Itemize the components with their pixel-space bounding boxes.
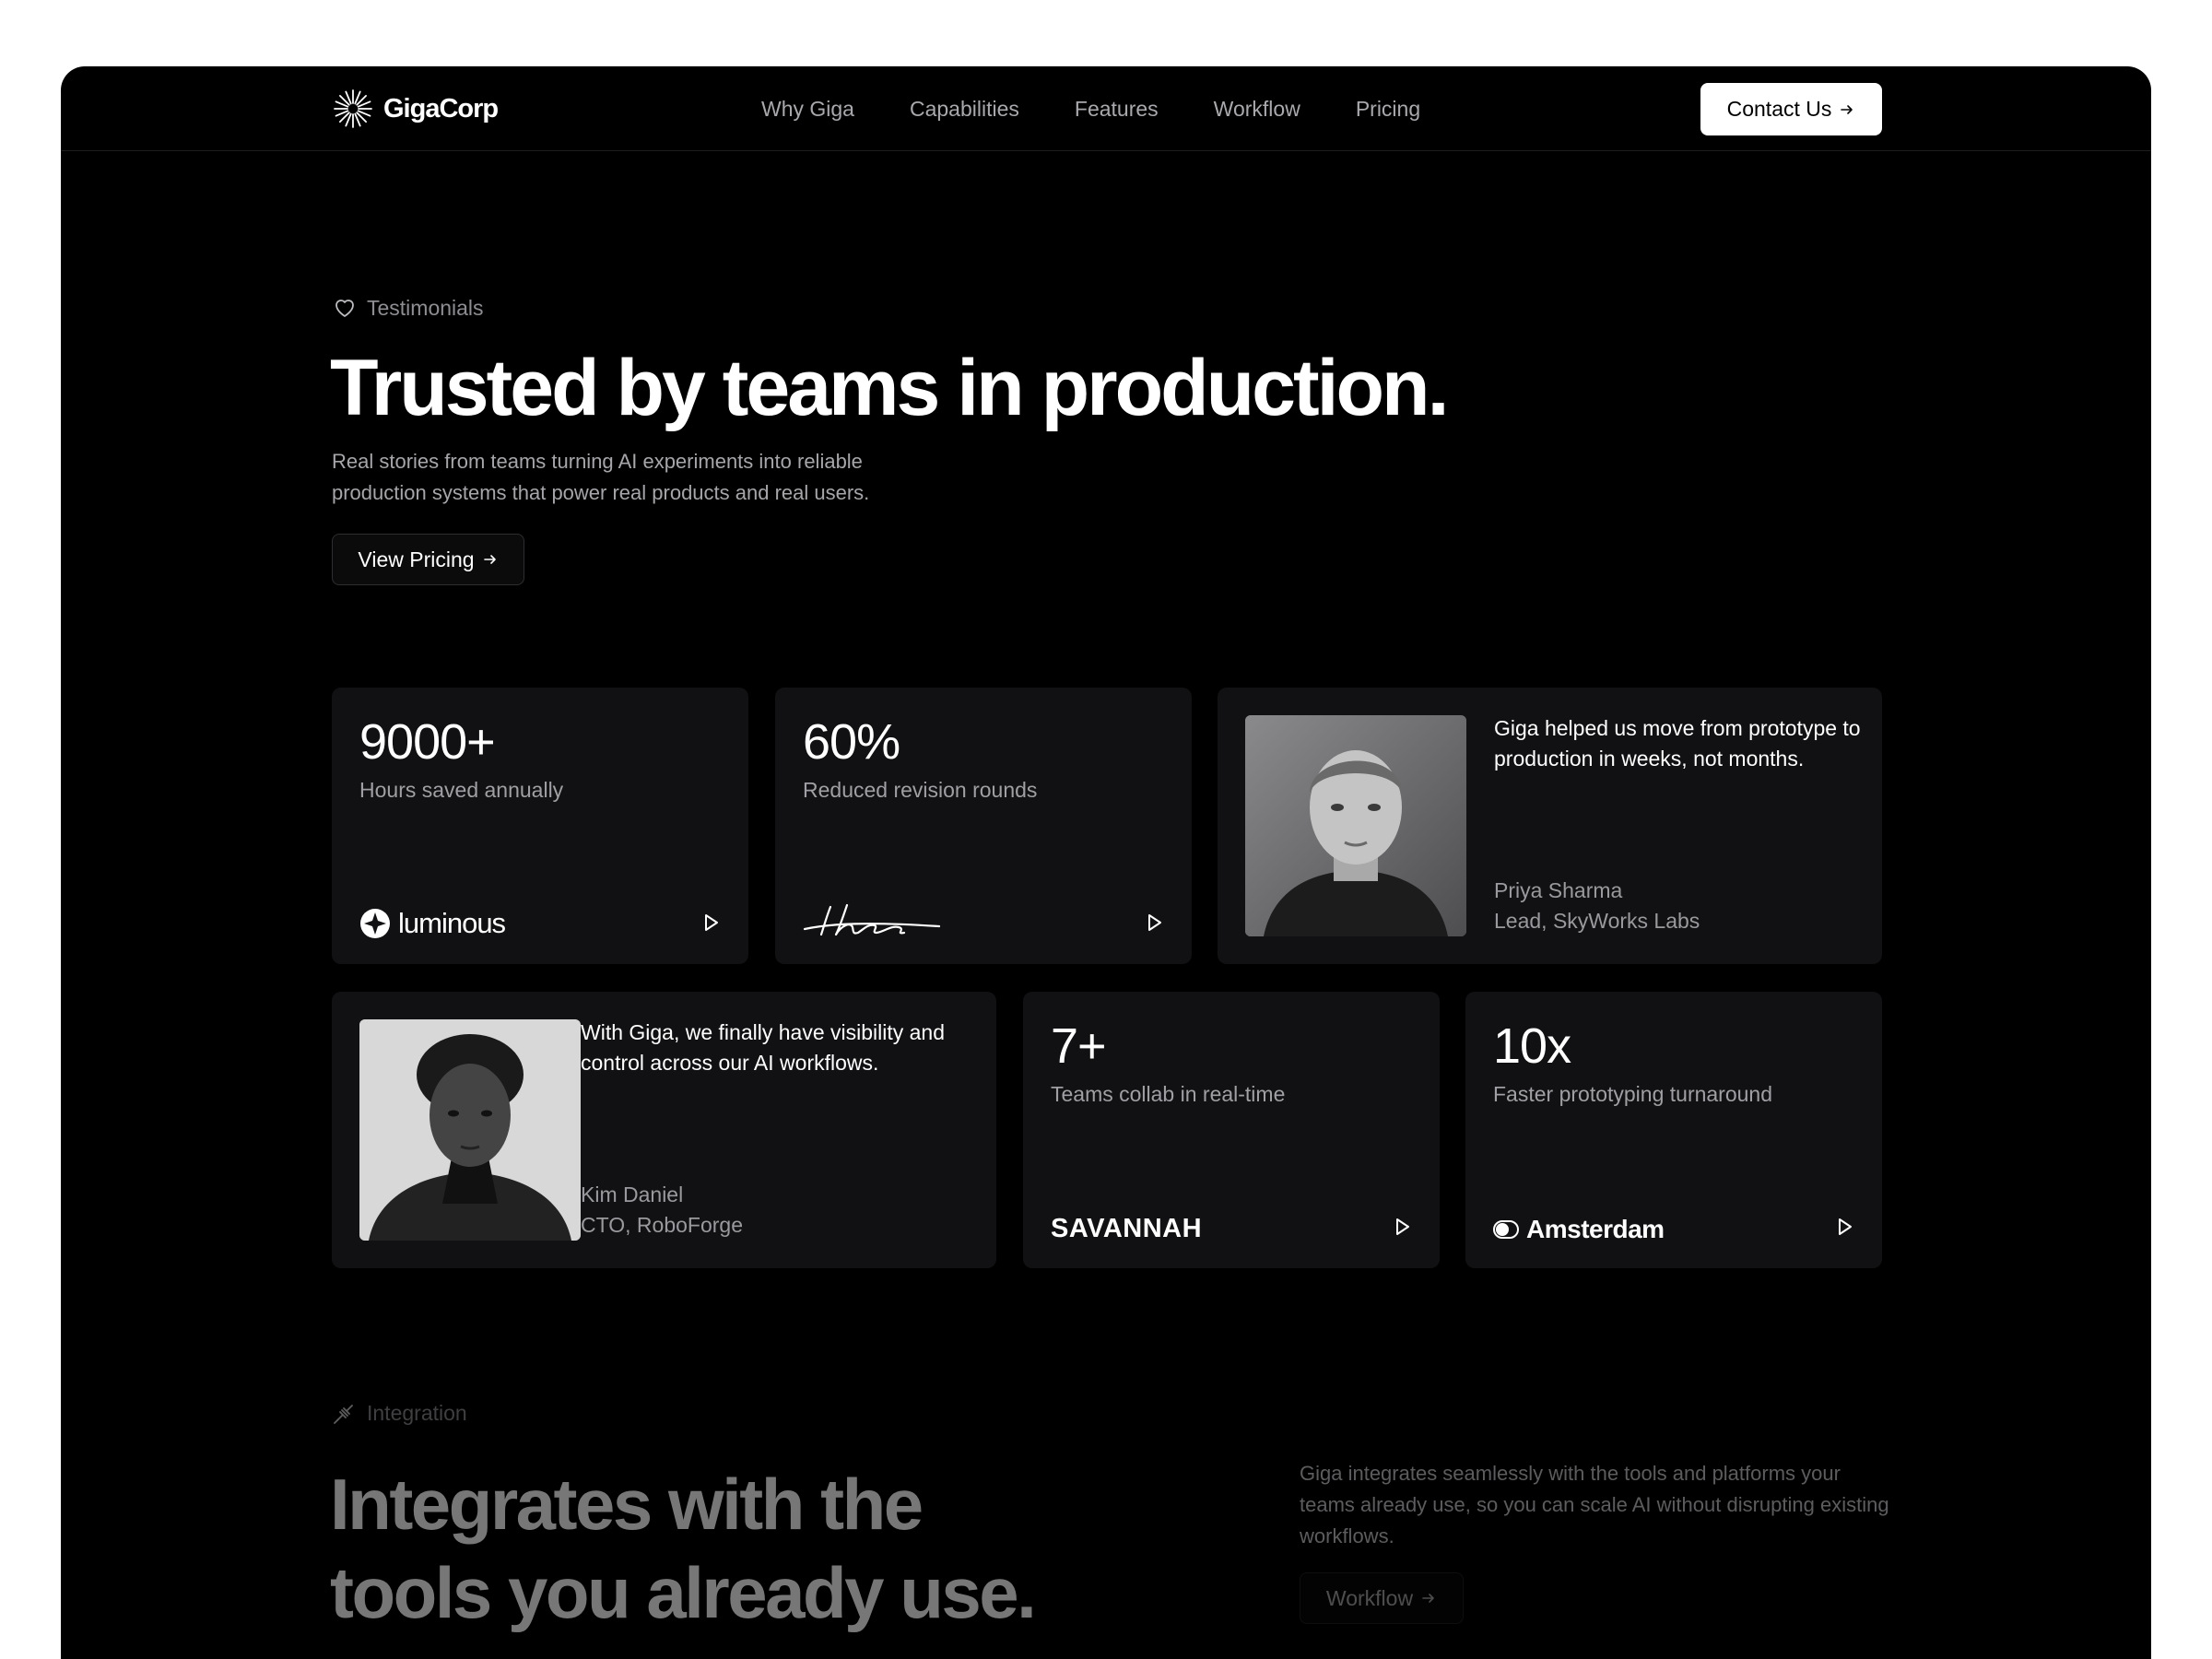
testimonial-person: Priya Sharma Lead, SkyWorks Labs bbox=[1494, 876, 1700, 936]
stat-label: Faster prototyping turnaround bbox=[1493, 1082, 1773, 1106]
brand-luminous: luminous bbox=[359, 907, 506, 940]
amsterdam-logo-icon bbox=[1493, 1220, 1519, 1239]
testimonial-card-priya[interactable]: Giga helped us move from prototype to pr… bbox=[1218, 688, 1882, 964]
heart-icon bbox=[335, 300, 354, 317]
testimonial-quote: Giga helped us move from prototype to pr… bbox=[1494, 716, 1861, 771]
person-role: CTO, RoboForge bbox=[581, 1213, 743, 1237]
main-nav: Why Giga Capabilities Features Workflow … bbox=[761, 92, 1420, 125]
integration-eyebrow-label: Integration bbox=[367, 1400, 467, 1425]
play-icon[interactable] bbox=[700, 912, 721, 933]
stat-value: 7+ bbox=[1051, 1018, 1107, 1074]
avatar-priya bbox=[1245, 715, 1466, 936]
testimonials-eyebrow-label: Testimonials bbox=[367, 295, 484, 320]
person-role: Lead, SkyWorks Labs bbox=[1494, 909, 1700, 933]
stat-value: 10x bbox=[1493, 1018, 1571, 1074]
contact-us-button[interactable]: Contact Us bbox=[1700, 83, 1882, 135]
page-title: Trusted by teams in production. bbox=[330, 344, 1449, 432]
workflow-button[interactable]: Workflow bbox=[1300, 1572, 1464, 1624]
stat-value: 9000+ bbox=[359, 714, 496, 770]
stat-label: Hours saved annually bbox=[359, 778, 564, 802]
nav-why-giga[interactable]: Why Giga bbox=[761, 92, 854, 125]
brand-savannah: SAVANNAH bbox=[1051, 1214, 1202, 1244]
arrow-right-icon bbox=[1841, 104, 1853, 114]
play-icon[interactable] bbox=[1144, 912, 1164, 933]
integration-title: Integrates with the tools you already us… bbox=[330, 1460, 1037, 1637]
stat-label: Teams collab in real-time bbox=[1051, 1082, 1286, 1106]
brand-amsterdam: Amsterdam bbox=[1493, 1215, 1665, 1244]
theo-signature-icon bbox=[803, 903, 941, 936]
stat-card-revisions[interactable]: 60% Reduced revision rounds theo bbox=[775, 688, 1192, 964]
stat-value: 60% bbox=[803, 714, 900, 770]
brand-name: GigaCorp bbox=[383, 93, 499, 124]
portrait-image bbox=[359, 1019, 581, 1241]
person-name: Priya Sharma bbox=[1494, 878, 1623, 902]
stat-card-hours[interactable]: 9000+ Hours saved annually luminous bbox=[332, 688, 748, 964]
brand-name-luminous: luminous bbox=[398, 907, 506, 939]
stat-card-prototyping[interactable]: 10x Faster prototyping turnaround Amster… bbox=[1465, 992, 1882, 1268]
arrow-right-icon bbox=[483, 555, 496, 564]
avatar-kim bbox=[359, 1019, 581, 1241]
brand-name-savannah: SAVANNAH bbox=[1051, 1214, 1203, 1243]
brand-logo[interactable]: GigaCorp bbox=[332, 87, 499, 131]
view-pricing-label: View Pricing bbox=[358, 547, 475, 571]
top-navigation: GigaCorp Why Giga Capabilities Features … bbox=[61, 66, 2151, 151]
person-name: Kim Daniel bbox=[581, 1182, 684, 1206]
brand-name-amsterdam: Amsterdam bbox=[1526, 1215, 1665, 1243]
stat-card-teams[interactable]: 7+ Teams collab in real-time SAVANNAH bbox=[1023, 992, 1440, 1268]
plug-icon bbox=[334, 1405, 353, 1424]
testimonial-card-kim[interactable]: With Giga, we finally have visibility an… bbox=[332, 992, 996, 1268]
nav-pricing[interactable]: Pricing bbox=[1356, 92, 1420, 125]
nav-capabilities[interactable]: Capabilities bbox=[910, 92, 1019, 125]
testimonials-eyebrow: Testimonials bbox=[332, 295, 484, 321]
integration-title-line1: Integrates with the bbox=[330, 1464, 924, 1545]
play-icon[interactable] bbox=[1392, 1217, 1412, 1237]
page-subtitle: Real stories from teams turning AI exper… bbox=[332, 450, 870, 504]
brand-theo: theo bbox=[803, 901, 941, 938]
nav-features[interactable]: Features bbox=[1075, 92, 1159, 125]
app-window: GigaCorp Why Giga Capabilities Features … bbox=[61, 66, 2151, 1659]
contact-us-label: Contact Us bbox=[1726, 97, 1832, 121]
workflow-label: Workflow bbox=[1325, 1585, 1414, 1610]
testimonial-person: Kim Daniel CTO, RoboForge bbox=[581, 1180, 743, 1241]
starburst-logo-icon bbox=[334, 89, 372, 128]
portrait-image bbox=[1245, 715, 1466, 936]
nav-workflow[interactable]: Workflow bbox=[1214, 92, 1300, 125]
play-icon[interactable] bbox=[1834, 1217, 1854, 1237]
stat-label: Reduced revision rounds bbox=[803, 778, 1038, 802]
integration-description: Giga integrates seamlessly with the tool… bbox=[1300, 1462, 1889, 1547]
view-pricing-button[interactable]: View Pricing bbox=[332, 534, 524, 585]
luminous-logo-icon bbox=[360, 909, 390, 938]
arrow-right-icon bbox=[1422, 1594, 1434, 1603]
testimonial-quote: With Giga, we finally have visibility an… bbox=[581, 1020, 945, 1075]
integration-eyebrow: Integration bbox=[332, 1400, 467, 1426]
integration-title-line2: tools you already use. bbox=[330, 1552, 1037, 1633]
